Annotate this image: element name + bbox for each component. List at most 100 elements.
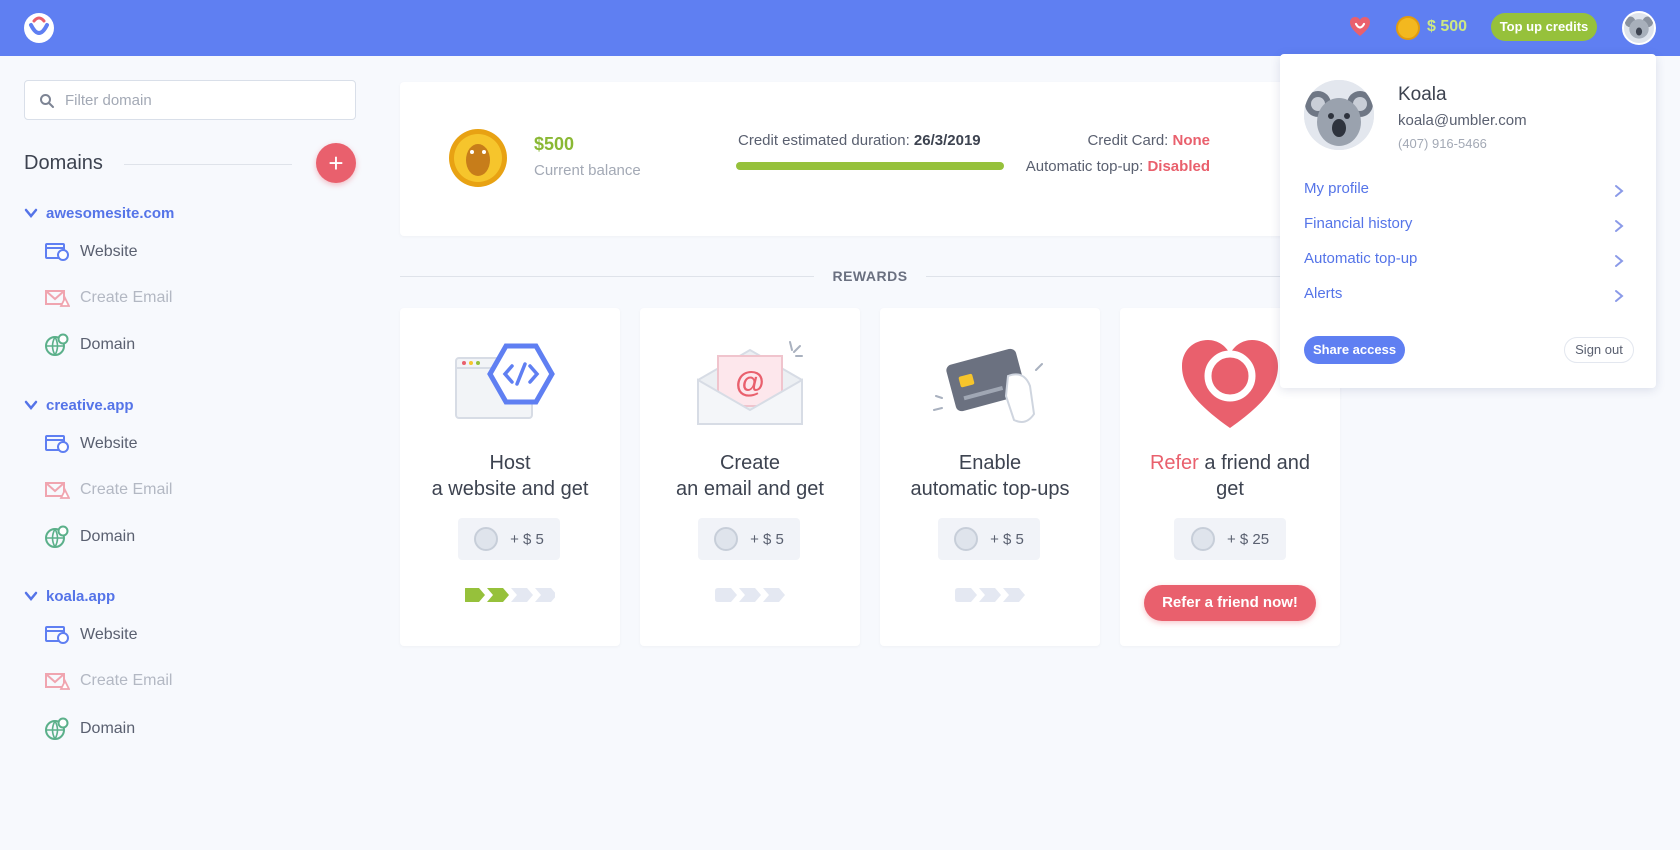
website-icon <box>45 626 69 644</box>
reward-title-line2: an email and get <box>676 478 824 500</box>
credit-duration-value: 26/3/2019 <box>913 132 981 149</box>
progress-steps-icon <box>955 588 1025 602</box>
chevron-right-icon <box>1615 220 1624 232</box>
divider <box>124 164 292 165</box>
reward-card-title: Create an email and get <box>640 450 860 502</box>
sidebar-item-create-email[interactable]: Create Email <box>44 667 172 695</box>
profile-email: koala@umbler.com <box>1398 112 1527 129</box>
sidebar-item-website[interactable]: Website <box>44 621 138 649</box>
progress-step-pending <box>739 588 761 602</box>
auto-topup-value[interactable]: Disabled <box>1147 158 1210 175</box>
menu-item-label: Alerts <box>1304 285 1343 302</box>
chevron-right-icon <box>1615 255 1624 267</box>
reward-progress-steps <box>640 586 860 604</box>
sidebar-item-domain[interactable]: Domain <box>44 523 135 551</box>
sidebar-item-label: Domain <box>80 720 136 737</box>
progress-step-pending <box>715 588 737 602</box>
sidebar-item-create-email[interactable]: Create Email <box>44 284 172 312</box>
current-balance-value: $500 <box>534 134 575 154</box>
reward-title-line2: get <box>1216 478 1244 500</box>
topbar-balance: $ 500 <box>1427 18 1468 35</box>
top-bar: $ 500 Top up credits <box>0 0 1680 56</box>
profile-name: Koala <box>1398 84 1447 105</box>
sidebar-item-label: Website <box>80 626 138 643</box>
sidebar-item-domain[interactable]: Domain <box>44 715 135 743</box>
top-up-credits-button[interactable]: Top up credits <box>1491 13 1597 41</box>
sidebar-item-create-email[interactable]: Create Email <box>44 476 172 504</box>
sign-out-button[interactable]: Sign out <box>1564 337 1634 363</box>
progress-steps-icon <box>465 588 555 602</box>
domain-header-koala[interactable]: koala.app <box>24 585 115 607</box>
domain-header-awesomesite[interactable]: awesomesite.com <box>24 202 174 224</box>
search-icon <box>40 94 54 108</box>
sidebar-item-website[interactable]: Website <box>44 238 138 266</box>
menu-item-alerts[interactable]: Alerts <box>1304 285 1624 307</box>
chevron-down-icon <box>24 591 38 601</box>
chevron-right-icon <box>1615 290 1624 302</box>
profile-phone: (407) 916-5466 <box>1398 136 1487 151</box>
menu-item-label: My profile <box>1304 180 1370 197</box>
progress-step-pending <box>979 588 1001 602</box>
heart-smile-icon[interactable] <box>1348 15 1372 39</box>
credit-duration-label: Credit estimated duration: <box>738 132 914 149</box>
credit-card-value[interactable]: None <box>1173 132 1211 149</box>
refer-friend-button[interactable]: Refer a friend now! <box>1144 585 1316 621</box>
share-access-button[interactable]: Share access <box>1304 336 1405 364</box>
filter-domain-input[interactable] <box>65 89 345 111</box>
svg-text:@: @ <box>735 366 764 399</box>
menu-item-financial-history[interactable]: Financial history <box>1304 215 1624 237</box>
credit-card-hand-icon <box>933 348 1043 423</box>
progress-steps-icon <box>715 588 785 602</box>
progress-step-pending <box>955 588 977 602</box>
sidebar-item-label: Website <box>80 243 138 260</box>
sidebar-item-website[interactable]: Website <box>44 430 138 458</box>
reward-title-line1: Host <box>489 452 531 474</box>
progress-step-pending <box>763 588 785 602</box>
user-avatar-button[interactable] <box>1622 11 1656 45</box>
menu-item-my-profile[interactable]: My profile <box>1304 180 1624 202</box>
current-balance-label: Current balance <box>534 162 641 179</box>
koala-avatar-icon <box>1624 16 1654 39</box>
sidebar-item-label: Website <box>80 435 138 452</box>
coin-icon <box>1396 16 1420 40</box>
umbler-logo-icon[interactable] <box>22 11 56 45</box>
progress-step-done <box>487 588 509 602</box>
reward-card-create-email: @ Create an email and get + $ 5 <box>640 308 860 646</box>
menu-item-automatic-top-up[interactable]: Automatic top-up <box>1304 250 1624 272</box>
domain-header-creative[interactable]: creative.app <box>24 394 134 416</box>
envelope-at-icon: @ <box>697 341 803 425</box>
koala-coin-icon <box>474 527 499 551</box>
sidebar: Domains + awesomesite.com Website Create… <box>0 56 380 850</box>
reward-amount-label: + $ 5 <box>510 530 544 548</box>
email-icon <box>45 482 70 499</box>
add-domain-button[interactable]: + <box>316 143 356 183</box>
website-code-icon <box>455 343 555 419</box>
reward-progress-steps <box>400 586 620 604</box>
domains-title: Domains <box>24 152 103 174</box>
reward-title-line2: a website and get <box>431 478 589 500</box>
sidebar-item-label: Domain <box>80 528 136 545</box>
email-icon <box>45 673 70 690</box>
chevron-right-icon <box>1615 185 1624 197</box>
filter-domain-field[interactable] <box>24 80 356 120</box>
reward-title-line1: Create <box>719 452 781 474</box>
reward-card-title: Enable automatic top-ups <box>880 450 1100 502</box>
reward-amount-label: + $ 25 <box>1226 530 1270 548</box>
coin-icon <box>449 129 507 187</box>
reward-progress-steps <box>880 586 1100 604</box>
reward-card-title: Host a website and get <box>400 450 620 502</box>
divider <box>926 276 1290 277</box>
reward-title-line1: a friend and <box>1198 452 1311 474</box>
menu-item-label: Automatic top-up <box>1304 250 1418 267</box>
menu-item-label: Financial history <box>1304 215 1413 232</box>
koala-coin-icon <box>714 527 739 551</box>
progress-step-pending <box>1003 588 1025 602</box>
profile-dropdown: Koala koala@umbler.com (407) 916-5466 My… <box>1280 54 1656 388</box>
website-icon <box>45 243 69 261</box>
globe-icon <box>45 525 69 548</box>
rewards-title: REWARDS <box>832 268 908 284</box>
reward-amount-label: + $ 5 <box>990 530 1024 548</box>
sidebar-item-label: Create Email <box>80 289 173 306</box>
reward-title-line2: automatic top-ups <box>910 478 1070 500</box>
sidebar-item-domain[interactable]: Domain <box>44 331 135 359</box>
